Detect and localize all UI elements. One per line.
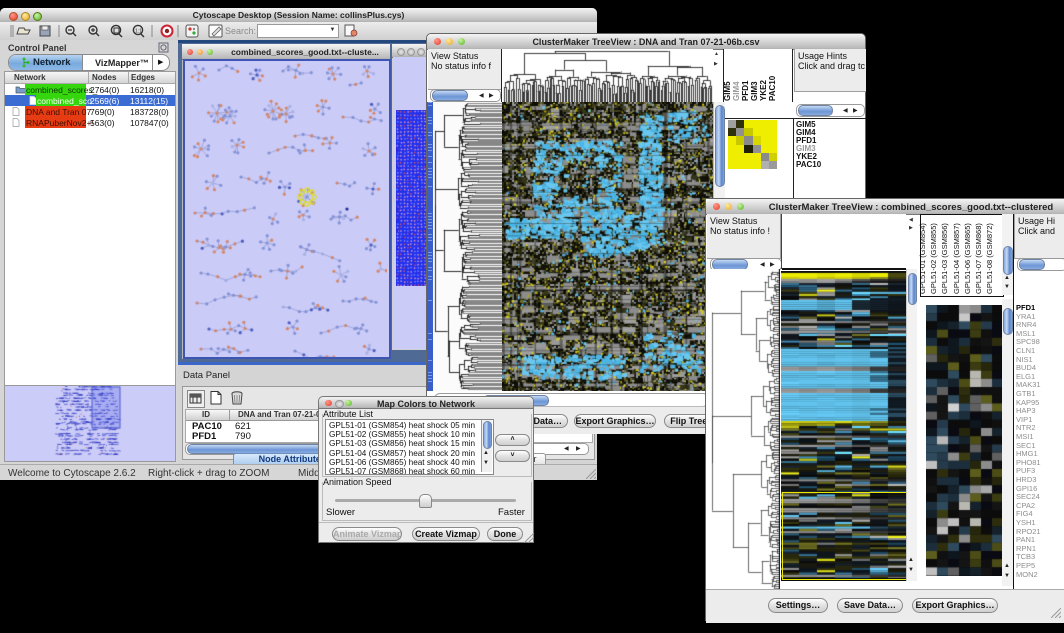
svg-text:1:1: 1:1 xyxy=(135,29,142,35)
